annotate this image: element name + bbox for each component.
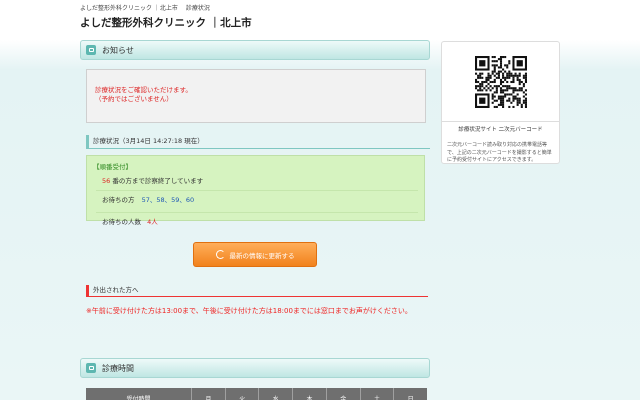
clock-icon: [86, 363, 96, 373]
hours-col-sat: 土: [361, 388, 395, 400]
hours-col-mon: 月: [192, 388, 226, 400]
refresh-button-label: 最新の情報に更新する: [229, 251, 295, 260]
qr-description: 二次元バーコード読み取り対応の携帯電話等で、上記の二次元バーコードを撮影すると簡…: [447, 142, 552, 163]
notice-section-header: お知らせ: [80, 40, 430, 60]
qr-box: 診療状況サイト 二次元バーコード 二次元バーコード読み取り対応の携帯電話等で、上…: [441, 41, 560, 164]
outing-heading: 外出された方へ: [86, 285, 428, 297]
refresh-button[interactable]: 最新の情報に更新する: [193, 242, 317, 267]
hours-section-header: 診療時間: [80, 358, 430, 378]
notice-line-2: （予約ではございません）: [95, 95, 173, 103]
waiting-count-value: 4人: [147, 218, 158, 226]
hours-col-wed: 水: [259, 388, 294, 400]
qr-code-icon: [474, 55, 527, 108]
hours-col-sun: 日: [407, 395, 414, 400]
hours-col-tue: 火: [226, 388, 260, 400]
reception-label: 【順番受付】: [93, 163, 132, 171]
notice-icon: [86, 45, 96, 55]
outing-text: ※午前に受け付けた方は13:00まで、午後に受け付けた方は18:00までには窓口…: [86, 307, 412, 315]
status-box: 【順番受付】 56 番の方まで診察終了しています お待ちの方 57、58、59、…: [86, 155, 425, 226]
current-number-suffix: 番の方まで診察終了しています: [112, 177, 204, 185]
hours-col-thu: 木: [293, 388, 327, 400]
current-number-row: 56 番の方まで診察終了しています: [102, 175, 424, 185]
notice-line-1: 診療状況をご確認いただけます。: [95, 86, 192, 94]
notice-box: 診療状況をご確認いただけます。 （予約ではございません）: [86, 69, 426, 123]
hours-col-fri: 金: [327, 388, 361, 400]
hours-col-reception: 受付時間: [86, 388, 192, 400]
breadcrumb: よしだ整形外科クリニック ｜北上市 診療状況: [80, 5, 210, 12]
notice-heading: お知らせ: [102, 45, 134, 55]
site-title[interactable]: よしだ整形外科クリニック ｜北上市: [80, 15, 252, 30]
waiting-label: お待ちの方: [102, 196, 135, 204]
waiting-numbers: 57、58、59、60: [141, 196, 195, 204]
waiting-row: お待ちの方 57、58、59、60: [96, 190, 418, 207]
status-heading: 診療状況（3月14日 14:27:18 現在）: [86, 135, 430, 149]
side-column: 診療状況サイト 二次元バーコード 二次元バーコード読み取り対応の携帯電話等で、上…: [441, 41, 560, 164]
qr-caption: 診療状況サイト 二次元バーコード: [442, 121, 559, 137]
refresh-icon: [215, 250, 225, 259]
current-number: 56: [102, 177, 111, 185]
hours-heading: 診療時間: [102, 363, 134, 373]
waiting-count-row: お待ちの人数 4人: [96, 212, 418, 229]
waiting-count-label: お待ちの人数: [102, 218, 141, 226]
main-column: お知らせ 診療状況をご確認いただけます。 （予約ではございません） 診療状況（3…: [80, 40, 430, 400]
hours-table-header: 受付時間 月 火 水 木 金 土 日: [86, 388, 427, 400]
